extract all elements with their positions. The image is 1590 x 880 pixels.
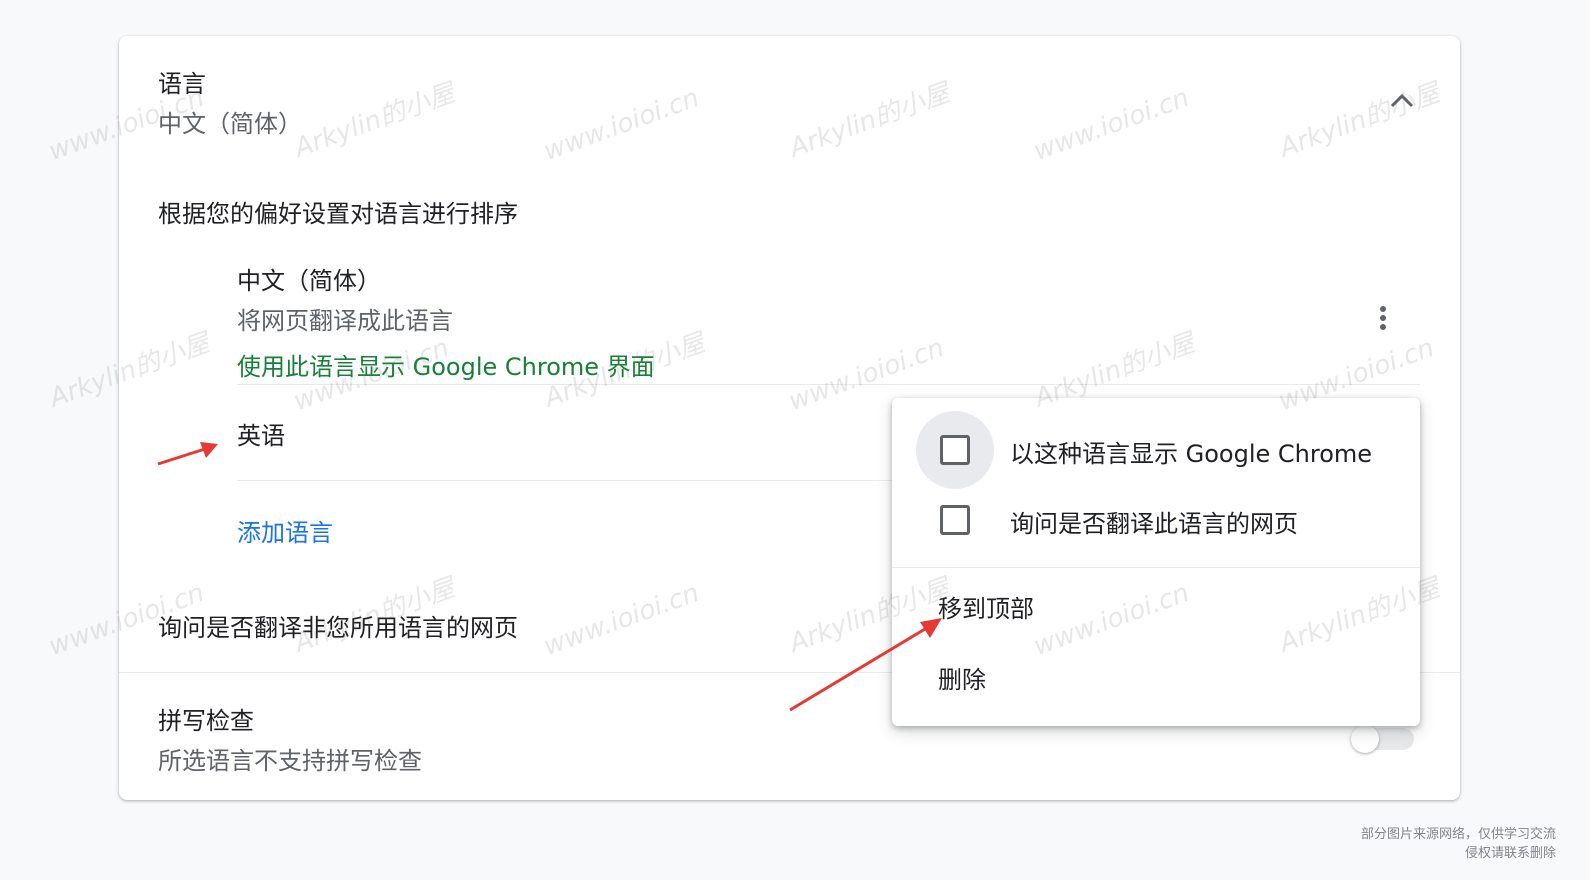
- menu-item-move-to-top[interactable]: 移到顶部: [892, 573, 1420, 637]
- menu-divider: [892, 567, 1420, 568]
- section-title: 语言: [158, 70, 206, 98]
- language-name-english: 英语: [237, 422, 285, 450]
- spellcheck-title: 拼写检查: [158, 707, 254, 735]
- menu-item-label: 以这种语言显示 Google Chrome: [1010, 440, 1373, 468]
- menu-item-label: 询问是否翻译此语言的网页: [1010, 510, 1298, 538]
- menu-item-label: 删除: [938, 666, 986, 694]
- sort-hint: 根据您的偏好设置对语言进行排序: [158, 200, 518, 228]
- spellcheck-toggle-knob[interactable]: [1351, 725, 1379, 753]
- menu-item-remove[interactable]: 删除: [892, 644, 1420, 708]
- ask-translate-label: 询问是否翻译非您所用语言的网页: [158, 614, 518, 642]
- ask-translate-checkbox[interactable]: [940, 505, 970, 535]
- more-actions-icon[interactable]: [1371, 304, 1395, 336]
- current-language: 中文（简体）: [158, 110, 302, 138]
- chevron-up-icon[interactable]: [1387, 88, 1417, 112]
- spellcheck-subtitle: 所选语言不支持拼写检查: [158, 747, 422, 775]
- language-name-chinese: 中文（简体）: [237, 267, 381, 295]
- footnote-line-2: 侵权请联系删除: [1464, 846, 1556, 861]
- menu-item-label: 移到顶部: [938, 595, 1034, 623]
- menu-item-ask-translate[interactable]: 询问是否翻译此语言的网页: [892, 488, 1420, 552]
- footnote-line-1: 部分图片来源网络，仅供学习交流: [1360, 827, 1556, 842]
- ui-language-note: 使用此语言显示 Google Chrome 界面: [237, 353, 655, 381]
- divider: [237, 384, 1420, 385]
- language-context-menu: 以这种语言显示 Google Chrome 询问是否翻译此语言的网页 移到顶部 …: [892, 398, 1420, 726]
- add-language-link[interactable]: 添加语言: [237, 513, 333, 548]
- display-chrome-checkbox[interactable]: [940, 435, 970, 465]
- translate-note: 将网页翻译成此语言: [237, 307, 453, 335]
- menu-item-display-chrome[interactable]: 以这种语言显示 Google Chrome: [892, 411, 1420, 489]
